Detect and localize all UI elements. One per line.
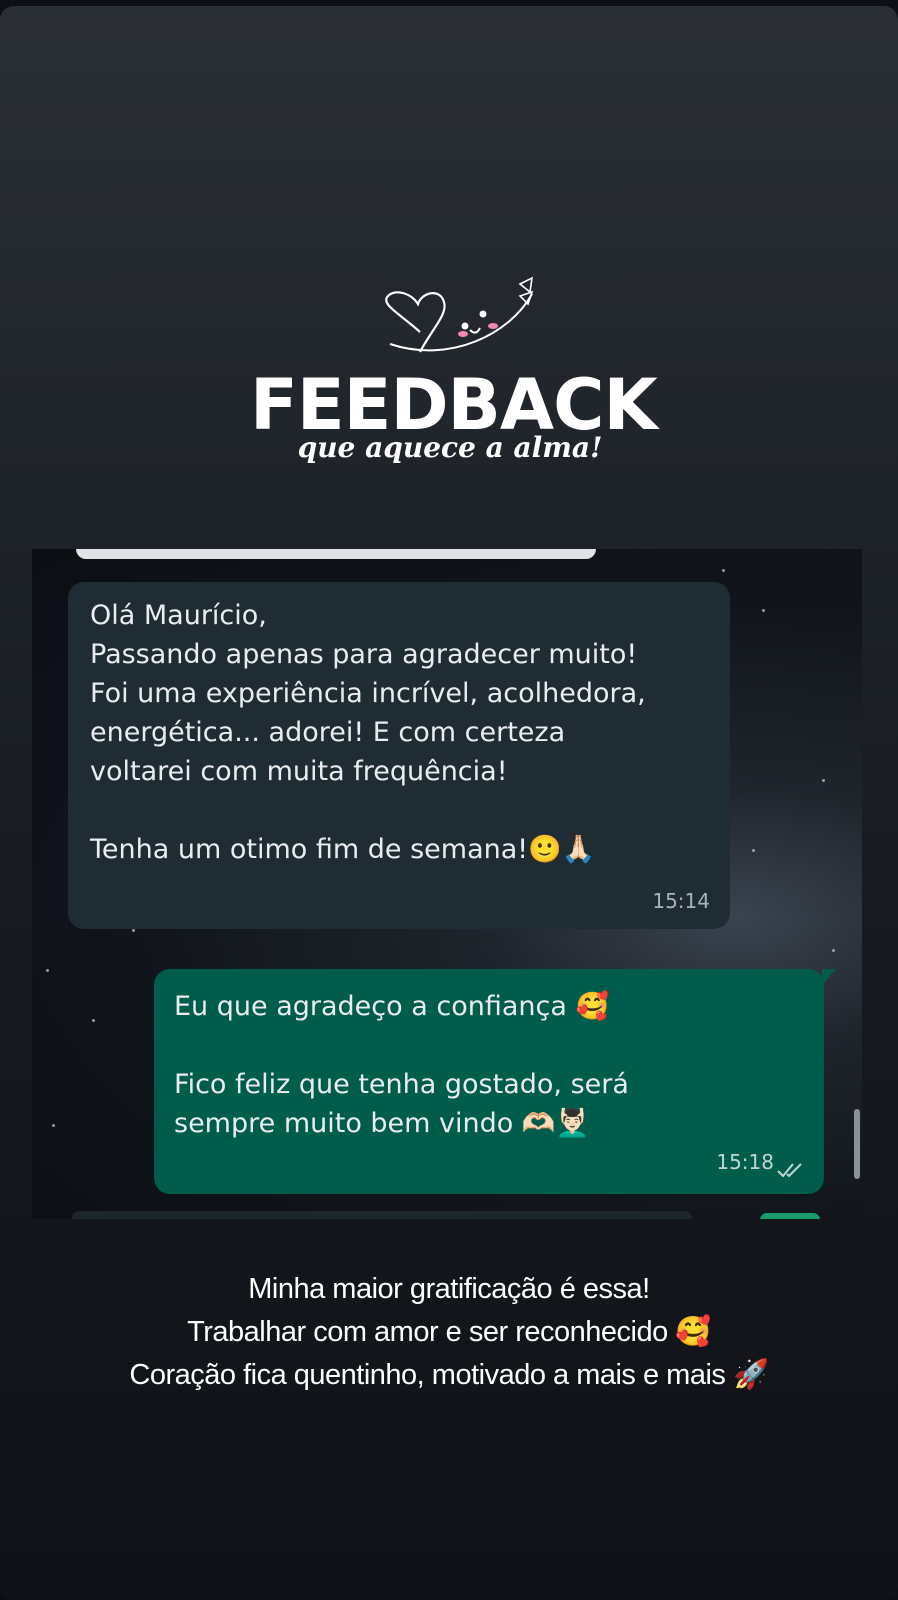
message-line: Fico feliz que tenha gostado, será [174, 1069, 629, 1100]
message-line: sempre muito bem vindo 🫶🏻💆🏻‍♂️ [174, 1108, 590, 1139]
message-line: Foi uma experiência incrível, acolhedora… [90, 678, 646, 709]
star-dot [52, 1124, 55, 1127]
message-line: voltarei com muita frequência! [90, 756, 508, 787]
star-dot [832, 949, 835, 952]
next-message-edge [760, 1213, 820, 1219]
caption-line: Minha maior gratificação é essa! [248, 1273, 650, 1305]
message-time: 15:14 [652, 889, 710, 913]
message-line: energética... adorei! E com certeza [90, 717, 566, 748]
page-title: FEEDBACK [250, 364, 658, 446]
caption-line: Coração fica quentinho, motivado a mais … [129, 1359, 769, 1391]
scrollbar-thumb[interactable] [854, 1109, 860, 1179]
page-subtitle: que aquece a alma! [297, 431, 603, 464]
star-dot [752, 849, 755, 852]
caption-line: Trabalhar com amor e ser reconhecido 🥰 [187, 1316, 711, 1348]
message-line: Olá Maurício, [90, 600, 267, 631]
incoming-message[interactable]: Olá Maurício, Passando apenas para agrad… [68, 582, 730, 929]
caption-text: Minha maior gratificação é essa! Trabalh… [0, 1268, 898, 1397]
double-check-icon [777, 1163, 802, 1178]
heart-doodle-icon [385, 276, 534, 353]
message-line: Tenha um otimo fim de semana!🙂🙏🏻 [90, 834, 596, 865]
star-dot [722, 569, 725, 572]
star-dot [92, 1019, 95, 1022]
message-line: Passando apenas para agradecer muito! [90, 639, 638, 670]
feedback-logo: FEEDBACK que aquece a alma! [250, 274, 658, 504]
star-dot [46, 969, 49, 972]
message-line: Eu que agradeço a confiança 🥰 [174, 991, 610, 1022]
star-dot [762, 609, 765, 612]
chat-screenshot: Olá Maurício, Passando apenas para agrad… [32, 549, 862, 1219]
next-message-edge [72, 1211, 692, 1219]
outgoing-message[interactable]: Eu que agradeço a confiança 🥰 Fico feliz… [154, 969, 836, 1194]
message-time: 15:18 [716, 1150, 774, 1174]
previous-message-edge [76, 549, 596, 559]
star-dot [822, 779, 825, 782]
story-background: FEEDBACK que aquece a alma! Olá Maurício… [0, 6, 898, 1600]
star-dot [132, 929, 135, 932]
